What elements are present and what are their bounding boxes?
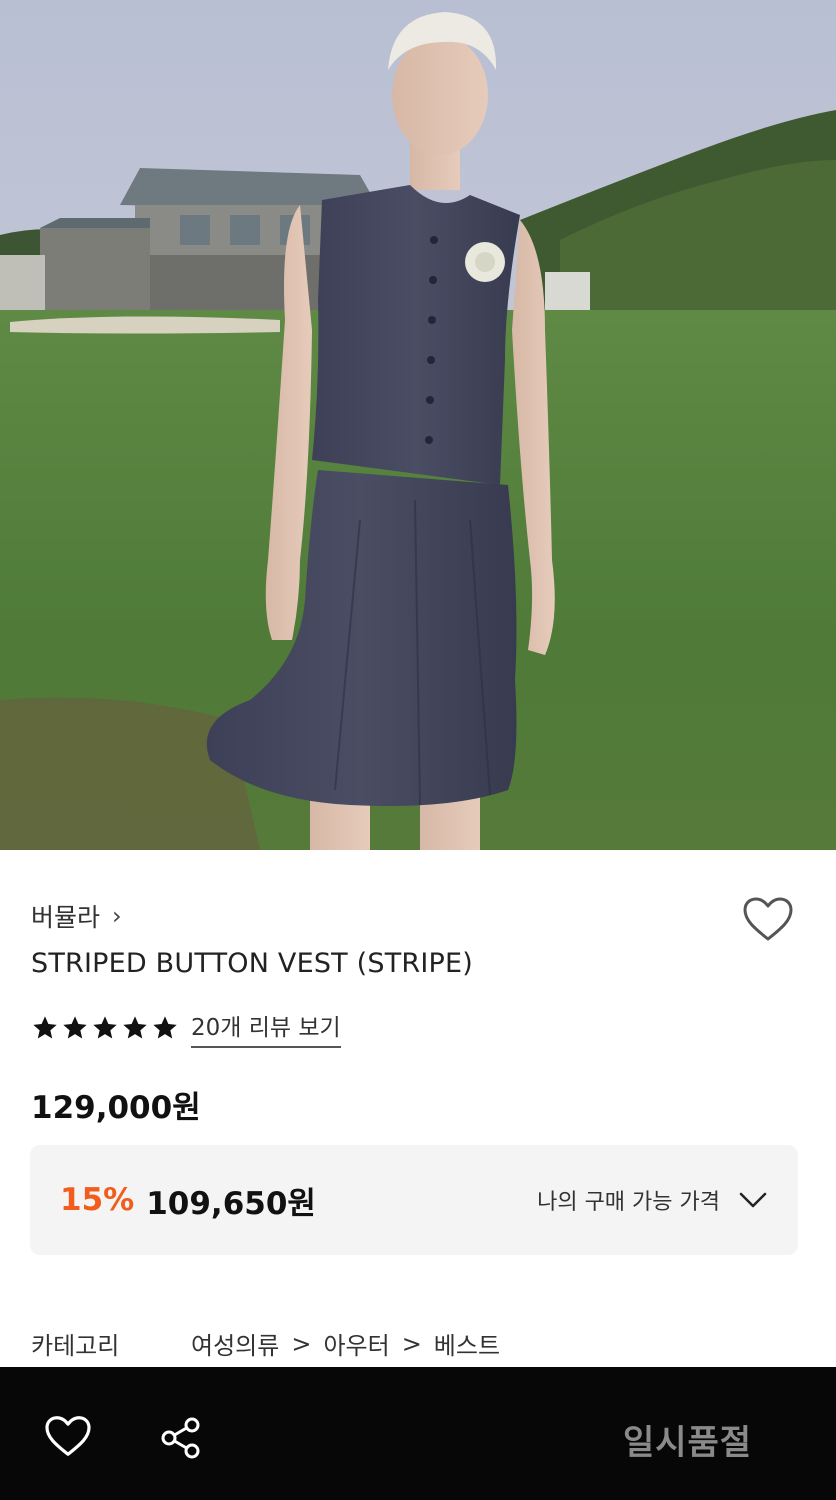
product-title: STRIPED BUTTON VEST (STRIPE) xyxy=(31,948,474,979)
my-price-label: 나의 구매 가능 가격 xyxy=(537,1190,720,1215)
wishlist-bar-button[interactable] xyxy=(44,1415,92,1461)
bottom-action-bar: 일시품절 xyxy=(0,1367,836,1500)
star-icon xyxy=(93,1016,117,1039)
star-icon xyxy=(33,1016,57,1039)
review-link[interactable]: 20개 리뷰 보기 xyxy=(191,1008,341,1048)
star-icon xyxy=(153,1016,177,1039)
product-image[interactable] xyxy=(0,0,836,850)
category-crumb[interactable]: 여성의류 xyxy=(191,1326,279,1361)
heart-outline-icon xyxy=(45,1416,91,1456)
brand-name: 버뮬라 xyxy=(31,903,101,932)
star-icon xyxy=(123,1016,147,1039)
star-icon xyxy=(63,1016,87,1039)
chevron-down-icon xyxy=(738,1190,768,1210)
share-icon xyxy=(161,1417,200,1459)
rating-stars xyxy=(31,1014,179,1042)
chevron-right-icon: › xyxy=(112,902,122,930)
product-detail-page: 버뮬라 › STRIPED BUTTON VEST (STRIPE) 20개 리… xyxy=(0,0,836,1500)
wishlist-button[interactable] xyxy=(740,894,796,944)
crumb-separator: > xyxy=(401,1329,422,1358)
price-box[interactable]: 15% 109,650원 나의 구매 가능 가격 xyxy=(30,1145,798,1255)
discount-rate: 15% xyxy=(60,1182,135,1218)
rating-row: 20개 리뷰 보기 xyxy=(31,1008,341,1048)
share-button[interactable] xyxy=(160,1417,202,1463)
original-price: 129,000원 xyxy=(31,1090,201,1126)
category-label: 카테고리 xyxy=(31,1332,120,1360)
category-crumb[interactable]: 베스트 xyxy=(434,1326,500,1361)
category-row: 카테고리 여성의류 > 아우터 > 베스트 xyxy=(31,1326,500,1361)
crumb-separator: > xyxy=(291,1329,312,1358)
discount-price: 109,650원 xyxy=(146,1185,316,1222)
soldout-button[interactable]: 일시품절 xyxy=(600,1415,775,1464)
category-crumb[interactable]: 아우터 xyxy=(323,1326,389,1361)
heart-outline-icon xyxy=(743,897,793,941)
brand-link[interactable]: 버뮬라 › xyxy=(31,898,122,934)
